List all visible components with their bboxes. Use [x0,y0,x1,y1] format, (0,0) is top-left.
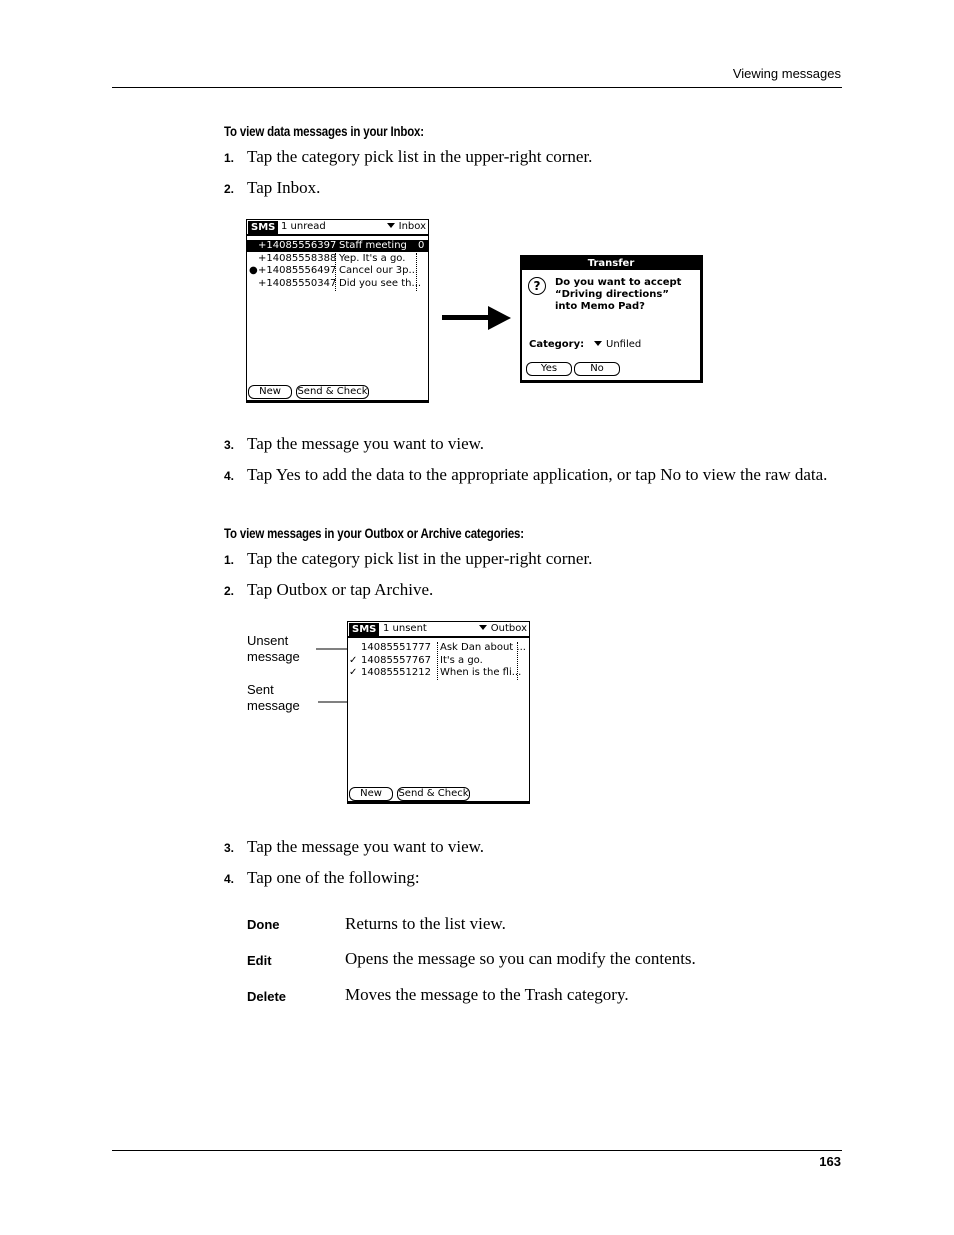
dropdown-triangle-icon [386,223,395,228]
running-header: Viewing messages [732,66,841,81]
message-row[interactable]: ✓ 14085557767 It's a go. [348,655,529,667]
category-picker[interactable]: Unfiled [594,339,641,350]
right-arrow-icon [442,306,511,330]
new-button[interactable]: New [349,787,393,801]
inbox-screen: SMS 1 unread Inbox +14085556397 Staff me… [246,219,429,403]
step-text: Tap Inbox. [247,178,321,197]
column-divider [437,642,438,680]
step-text: Tap one of the following: [247,868,420,887]
dropdown-triangle-icon [478,625,487,630]
transfer-dialog: Transfer ? Do you want to accept “Drivin… [520,255,703,383]
message-row[interactable]: 14085551777 Ask Dan about ... [348,642,529,654]
sent-check-icon: ✓ [349,667,358,678]
step-number: 2. [224,584,235,598]
option-term: Done [247,917,280,932]
step-text: Tap Yes to add the data to the appropria… [247,465,828,484]
unread-status: 1 unread [281,221,326,232]
option-description: Opens the message so you can modify the … [345,949,696,968]
send-check-button[interactable]: Send & Check [296,385,369,399]
dialog-message: Do you want to accept “Driving direction… [555,277,682,312]
message-row[interactable]: ● +14085556497 Cancel our 3p... [247,265,428,277]
outbox-screen: SMS 1 unsent Outbox 14085551777 Ask Dan … [347,621,530,804]
option-term: Edit [247,953,272,968]
no-button[interactable]: No [574,362,620,376]
message-row[interactable]: +14085550347 Did you see th... [247,278,428,290]
category-label: Category: [529,339,585,350]
page-number: 163 [819,1154,841,1169]
section-heading-outbox: To view messages in your Outbox or Archi… [224,525,524,541]
column-divider [335,253,336,291]
step-number: 1. [224,553,235,567]
step-text: Tap the category pick list in the upper-… [247,549,593,568]
step-number: 1. [224,151,235,165]
screen-bottom-line [348,801,529,803]
option-description: Moves the message to the Trash category. [345,985,629,1004]
attachment-icon: 0 [418,240,425,251]
yes-button[interactable]: Yes [526,362,572,376]
step-text: Tap the message you want to view. [247,434,485,453]
sent-check-icon: ✓ [349,655,358,666]
option-term: Delete [247,989,287,1004]
step-text: Tap Outbox or tap Archive. [247,580,434,599]
app-title: SMS [349,623,380,636]
category-picklist[interactable]: Outbox [478,623,527,635]
step-text: Tap the category pick list in the upper-… [247,147,593,166]
question-icon: ? [528,277,546,295]
footer-rule [112,1150,842,1151]
screen-titlebar: SMS 1 unsent Outbox [348,622,529,638]
send-check-button[interactable]: Send & Check [397,787,470,801]
callout-unsent: Unsent message [247,633,300,664]
section-heading-inbox: To view data messages in your Inbox: [224,123,424,139]
step-text: Tap the message you want to view. [247,837,485,856]
category-picklist[interactable]: Inbox [386,221,426,233]
callout-sent: Sent message [247,682,300,713]
option-description: Returns to the list view. [345,914,506,933]
step-number: 2. [224,182,235,196]
column-divider [416,253,417,291]
app-title: SMS [248,221,279,234]
step-number: 4. [224,872,235,886]
dialog-title: Transfer [522,257,700,270]
unread-bullet-icon: ● [249,265,258,276]
message-row[interactable]: +14085556397 Staff meeting 0 [247,240,428,252]
screen-bottom-line [247,400,428,402]
message-row[interactable]: +14085558388 Yep. It's a go. [247,253,428,265]
dropdown-triangle-icon [594,341,602,346]
new-button[interactable]: New [248,385,292,399]
column-divider [517,642,518,680]
step-number: 3. [224,841,235,855]
header-rule [112,87,842,88]
step-number: 3. [224,438,235,452]
screen-titlebar: SMS 1 unread Inbox [247,220,428,236]
unsent-status: 1 unsent [383,623,427,634]
message-row[interactable]: ✓ 14085551212 When is the fli... [348,667,529,679]
step-number: 4. [224,469,235,483]
